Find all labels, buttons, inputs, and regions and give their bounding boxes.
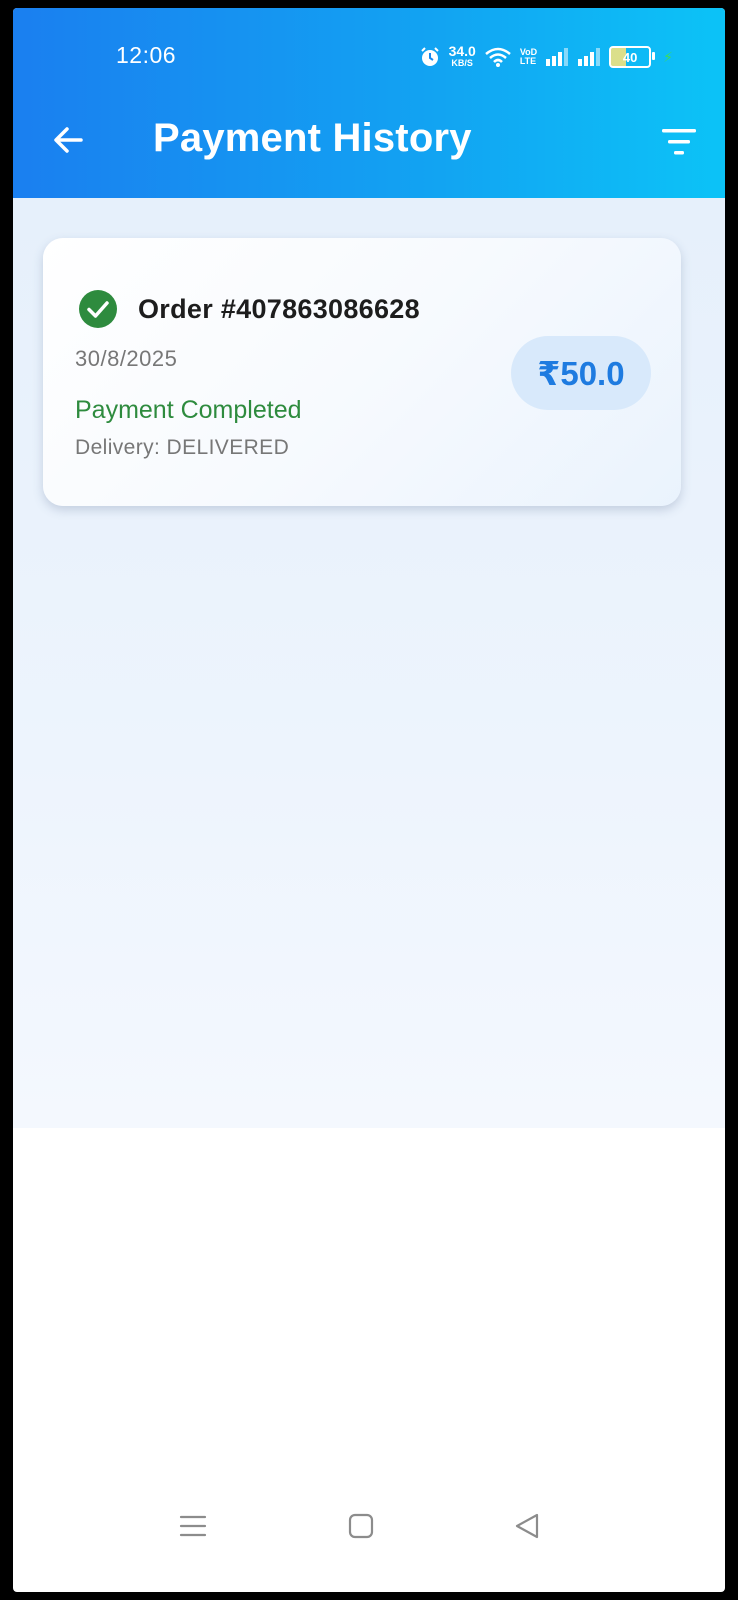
back-button[interactable] xyxy=(49,120,89,160)
order-date: 30/8/2025 xyxy=(75,346,178,371)
payment-status: Payment Completed xyxy=(75,396,302,424)
network-speed: 34.0 KB/S xyxy=(448,43,476,68)
arrow-left-icon xyxy=(54,127,83,153)
back-triangle-icon xyxy=(515,1513,539,1539)
alarm-icon xyxy=(419,46,441,68)
wifi-icon xyxy=(484,46,512,68)
amount-badge: ₹50.0 xyxy=(511,336,651,410)
status-icons: 34.0 KB/S VoD LTE 40 ⚡ xyxy=(419,42,673,72)
page-title: Payment History xyxy=(153,116,472,160)
filter-button[interactable] xyxy=(659,124,699,160)
filter-icon xyxy=(662,129,696,155)
charging-icon: ⚡ xyxy=(663,48,673,65)
app-header: 12:06 34.0 KB/S VoD LTE 40 ⚡ Payment His… xyxy=(13,8,725,198)
signal-icon xyxy=(577,48,601,66)
signal-icon xyxy=(545,48,569,66)
volte-indicator: VoD LTE xyxy=(519,47,538,66)
payment-list: Order #407863086628 30/8/2025 Payment Co… xyxy=(13,198,725,1128)
home-square-icon xyxy=(348,1513,374,1539)
menu-icon xyxy=(179,1515,207,1537)
phone-screen: 12:06 34.0 KB/S VoD LTE 40 ⚡ Payment His… xyxy=(13,8,725,1592)
system-back-button[interactable] xyxy=(507,1506,547,1546)
order-number: Order #407863086628 xyxy=(138,294,420,324)
status-time: 12:06 xyxy=(116,42,177,68)
payment-card[interactable]: Order #407863086628 30/8/2025 Payment Co… xyxy=(43,238,681,506)
delivery-status: Delivery: DELIVERED xyxy=(75,436,290,459)
home-button[interactable] xyxy=(341,1506,381,1546)
recent-apps-button[interactable] xyxy=(173,1506,213,1546)
battery-icon: 40 xyxy=(609,46,656,68)
system-nav-bar xyxy=(13,1498,725,1558)
check-circle-icon xyxy=(79,290,117,328)
